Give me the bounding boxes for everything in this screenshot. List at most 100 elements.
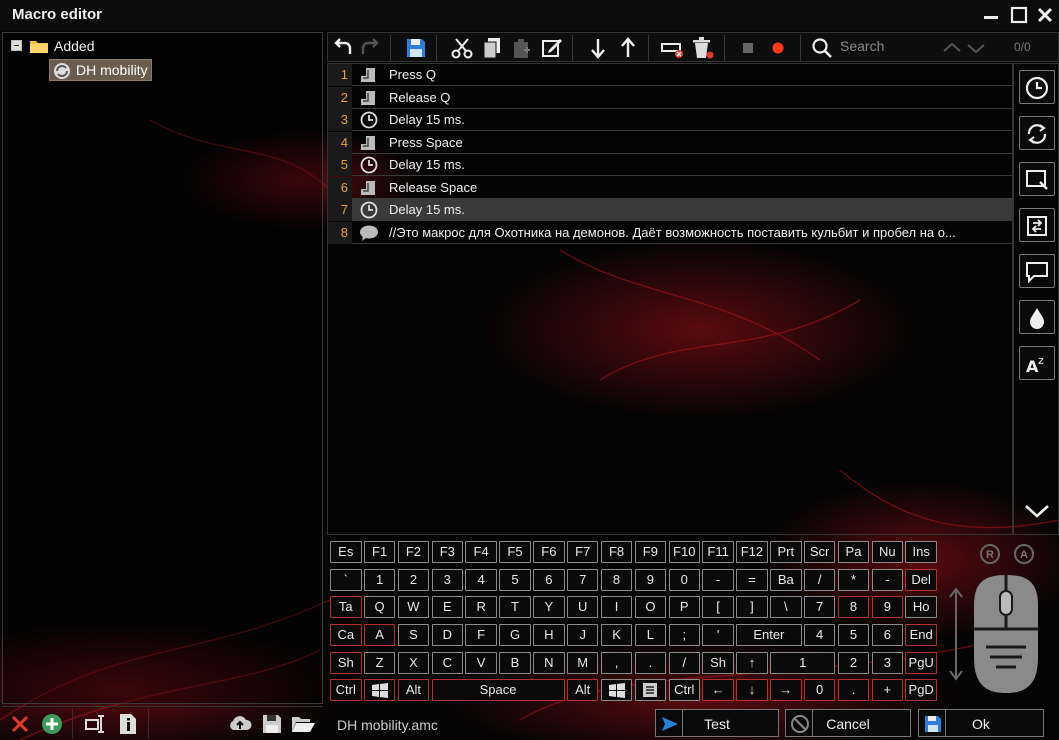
step-row[interactable]: 3 Delay 15 ms. [328, 109, 1012, 131]
key-ctrl[interactable]: Ctrl [668, 679, 700, 701]
key-3[interactable]: 3 [871, 652, 904, 674]
save-macro-button[interactable] [260, 712, 284, 736]
key-2[interactable]: 2 [397, 569, 430, 591]
step-row[interactable]: 1 Press Q [328, 64, 1012, 86]
key-6[interactable]: 6 [533, 569, 565, 591]
key-prt[interactable]: Prt [770, 541, 802, 563]
key-2e[interactable]: . [634, 652, 667, 674]
key-ca[interactable]: Ca [330, 624, 362, 646]
key-2192[interactable]: → [770, 679, 802, 701]
key-z[interactable]: Z [363, 652, 396, 674]
key-f3[interactable]: F3 [431, 541, 464, 563]
key-g[interactable]: G [499, 624, 531, 646]
key-4[interactable]: 4 [465, 569, 497, 591]
cancel-button[interactable]: Cancel [785, 709, 911, 737]
key-d[interactable]: D [431, 624, 464, 646]
key-6[interactable]: 6 [871, 624, 904, 646]
edit-button[interactable] [540, 36, 564, 60]
key-h[interactable]: H [533, 624, 565, 646]
key-2b[interactable]: + [871, 679, 904, 701]
key-w[interactable]: W [397, 596, 430, 618]
step-row[interactable]: 6 Release Space [328, 176, 1012, 199]
key-2f[interactable]: / [803, 569, 836, 591]
insert-repeat-button[interactable] [1019, 208, 1055, 242]
insert-mouse-move-button[interactable] [1019, 162, 1055, 196]
key-menu[interactable] [634, 679, 667, 701]
key-pgu[interactable]: PgU [905, 652, 937, 674]
cloud-upload-button[interactable] [227, 712, 252, 736]
key-r[interactable]: R [465, 596, 497, 618]
key-n[interactable]: N [533, 652, 565, 674]
collapse-toggle[interactable] [11, 40, 22, 51]
tree-item-dh-mobility[interactable]: DH mobility [49, 59, 152, 81]
key-2c[interactable]: , [600, 652, 633, 674]
key-q[interactable]: Q [363, 596, 396, 618]
test-button[interactable]: Test [655, 709, 779, 737]
key-f7[interactable]: F7 [566, 541, 599, 563]
key-x[interactable]: X [397, 652, 430, 674]
delete-step-button[interactable] [660, 36, 684, 60]
step-row[interactable]: 2 Release Q [328, 86, 1012, 109]
key-k[interactable]: K [600, 624, 633, 646]
key-v[interactable]: V [465, 652, 497, 674]
key-t[interactable]: T [499, 596, 531, 618]
key-f[interactable]: F [465, 624, 497, 646]
key-8[interactable]: 8 [600, 569, 633, 591]
key-f4[interactable]: F4 [465, 541, 497, 563]
key-nu[interactable]: Nu [871, 541, 904, 563]
key-2193[interactable]: ↓ [736, 679, 768, 701]
cut-button[interactable] [450, 36, 474, 60]
key-win[interactable] [600, 679, 633, 701]
key-s[interactable]: S [397, 624, 430, 646]
key-f8[interactable]: F8 [600, 541, 633, 563]
key-p[interactable]: P [668, 596, 700, 618]
key-l[interactable]: L [634, 624, 667, 646]
key-alt[interactable]: Alt [566, 679, 599, 701]
key-2191[interactable]: ↑ [736, 652, 768, 674]
search-prev-button[interactable] [940, 36, 964, 60]
key-1[interactable]: 1 [770, 652, 836, 674]
key-5[interactable]: 5 [499, 569, 531, 591]
key-i[interactable]: I [600, 596, 633, 618]
scroll-down-button[interactable] [1022, 496, 1052, 526]
mouse-icon[interactable] [974, 575, 1038, 693]
key-2[interactable]: 2 [837, 652, 870, 674]
key-2d[interactable]: - [702, 569, 734, 591]
add-macro-button[interactable] [40, 712, 64, 736]
key-j[interactable]: J [566, 624, 599, 646]
key-7[interactable]: 7 [803, 596, 836, 618]
key-b[interactable]: B [499, 652, 531, 674]
key-m[interactable]: M [566, 652, 599, 674]
undo-button[interactable] [331, 36, 355, 60]
key-f12[interactable]: F12 [736, 541, 768, 563]
key-pa[interactable]: Pa [837, 541, 870, 563]
key-9[interactable]: 9 [871, 596, 904, 618]
info-button[interactable] [116, 712, 140, 736]
key-f6[interactable]: F6 [533, 541, 565, 563]
delete-macro-button[interactable] [8, 712, 32, 736]
close-button[interactable] [1034, 4, 1056, 26]
rename-button[interactable] [84, 712, 108, 736]
key-2f[interactable]: / [668, 652, 700, 674]
key-4[interactable]: 4 [803, 624, 836, 646]
stop-button[interactable] [736, 36, 760, 60]
key-2e[interactable]: . [837, 679, 870, 701]
key-9[interactable]: 9 [634, 569, 667, 591]
step-row[interactable]: 7 Delay 15 ms. [328, 199, 1012, 221]
key-sh[interactable]: Sh [330, 652, 362, 674]
move-up-button[interactable] [616, 36, 640, 60]
paste-button[interactable] [510, 36, 534, 60]
save-button[interactable] [404, 36, 428, 60]
key-7[interactable]: 7 [566, 569, 599, 591]
copy-button[interactable] [480, 36, 504, 60]
key-5d[interactable]: ] [736, 596, 768, 618]
step-row[interactable]: 4 Press Space [328, 131, 1012, 154]
key-f10[interactable]: F10 [668, 541, 700, 563]
minimize-button[interactable] [980, 4, 1002, 26]
key-f1[interactable]: F1 [363, 541, 396, 563]
key-ho[interactable]: Ho [905, 596, 937, 618]
key-2190[interactable]: ← [702, 679, 734, 701]
key-a[interactable]: A [363, 624, 396, 646]
clear-all-button[interactable] [690, 36, 714, 60]
key-3b[interactable]: ; [668, 624, 700, 646]
